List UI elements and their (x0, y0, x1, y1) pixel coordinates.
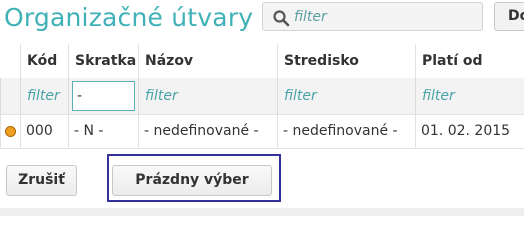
column-header-plati-od[interactable]: Platí od (415, 44, 524, 78)
column-header-stredisko[interactable]: Stredisko (277, 44, 416, 78)
cell-plati-od: 01. 02. 2015 (415, 114, 524, 149)
empty-selection-button[interactable]: Prázdny výber (112, 165, 272, 196)
search-icon (272, 9, 290, 27)
column-header-nazov[interactable]: Názov (138, 44, 278, 78)
status-dot-icon (5, 125, 16, 137)
cell-kod: 000 (20, 114, 69, 149)
org-units-table: Kód Skratka Názov Stredisko Platí od 000… (0, 44, 524, 149)
filter-cell-marker (0, 78, 21, 115)
search-box[interactable] (262, 2, 483, 31)
page-title: Organizačné útvary (4, 3, 254, 32)
cell-stredisko: - nedefinované - (277, 114, 416, 149)
filter-input-skratka[interactable] (72, 80, 135, 111)
filter-input-kod[interactable] (24, 80, 65, 111)
table-row[interactable]: 000 - N - - nedefinované - - nedefinovan… (0, 114, 524, 149)
cancel-button[interactable]: Zrušiť (6, 165, 77, 196)
search-input[interactable] (294, 6, 474, 27)
filter-input-plati-od[interactable] (419, 80, 522, 111)
header-button[interactable]: Do (494, 2, 524, 31)
column-header-marker (0, 44, 21, 78)
cell-nazov: - nedefinované - (138, 114, 278, 149)
column-header-skratka[interactable]: Skratka (68, 44, 139, 78)
filter-input-stredisko[interactable] (281, 80, 412, 111)
bottom-divider (0, 208, 524, 216)
filter-input-nazov[interactable] (142, 80, 274, 111)
table-header-row: Kód Skratka Názov Stredisko Platí od (0, 44, 524, 78)
cell-skratka: - N - (68, 114, 139, 149)
filter-row (0, 78, 524, 115)
column-header-kod[interactable]: Kód (20, 44, 69, 78)
